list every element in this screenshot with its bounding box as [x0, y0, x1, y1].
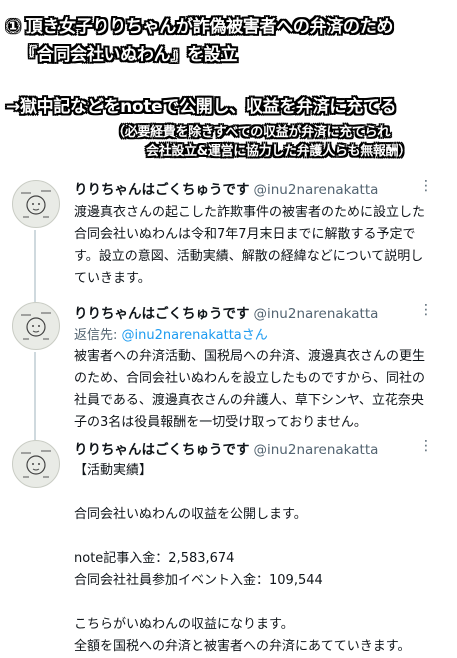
reply-mention-link[interactable]: @inu2narenakattaさん	[122, 328, 268, 343]
reply-prefix: 返信先:	[74, 328, 122, 343]
user-handle[interactable]: @inu2narenakatta	[254, 182, 379, 198]
tweet-header: りりちゃんはごくちゅうです @inu2narenakatta	[74, 178, 378, 198]
banner-line-4: （必要経費を除きすべての収益が弁済に充てられ	[112, 125, 390, 140]
reply-to-line: 返信先: @inu2narenakattaさん	[74, 324, 268, 343]
user-handle[interactable]: @inu2narenakatta	[254, 306, 379, 322]
banner-line-5: 会社設立&運営に協力した弁護人らも無報酬）	[146, 144, 412, 159]
banner-line-3: →獄中記などをnoteで公開し、収益を弁済に充てる	[6, 97, 397, 117]
tweet-header: りりちゃんはごくちゅうです @inu2narenakatta	[74, 302, 378, 322]
tweet-3[interactable]: りりちゃんはごくちゅうです @inu2narenakatta ⋮ 【活動実績】 合…	[0, 436, 457, 654]
avatar-doodle-icon	[21, 450, 51, 478]
more-options-icon[interactable]: ⋮	[419, 438, 433, 454]
avatar-doodle-icon	[21, 312, 51, 340]
banner-line-1: ① 頂き女子りりちゃんが詐偽被害者への弁済のため	[6, 17, 394, 37]
user-handle[interactable]: @inu2narenakatta	[254, 442, 379, 458]
tweet-1[interactable]: りりちゃんはごくちゅうです @inu2narenakatta ⋮ 渡邊真衣さんの起…	[0, 172, 457, 302]
banner-line-2: 『合同会社いぬわん』を設立	[20, 45, 238, 65]
tweet-text: 渡邊真衣さんの起こした詐欺事件の被害者のために設立した合同会社いぬわんは令和7年…	[74, 202, 434, 290]
tweet-body: 【活動実績】 合同会社いぬわんの収益を公開します。 note記事入金：2,583…	[74, 463, 411, 654]
avatar[interactable]	[12, 180, 60, 228]
tweet-body: 渡邊真衣さんの起こした詐欺事件の被害者のために設立した合同会社いぬわんは令和7年…	[74, 205, 426, 286]
avatar[interactable]	[12, 440, 60, 488]
tweet-text: 【活動実績】 合同会社いぬわんの収益を公開します。 note記事入金：2,583…	[74, 460, 434, 658]
display-name[interactable]: りりちゃんはごくちゅうです	[74, 182, 250, 198]
tweet-header: りりちゃんはごくちゅうです @inu2narenakatta	[74, 438, 378, 458]
headline-banner: ① 頂き女子りりちゃんが詐偽被害者への弁済のため 『合同会社いぬわん』を設立 →…	[0, 0, 457, 165]
more-options-icon[interactable]: ⋮	[419, 302, 433, 318]
thread-connector	[34, 352, 36, 440]
display-name[interactable]: りりちゃんはごくちゅうです	[74, 442, 250, 458]
tweet-body: 被害者への弁済活動、国税局への弁済、渡邊真衣さんの更生のため、合同会社いぬわんを…	[74, 349, 426, 430]
thread-connector	[34, 230, 36, 302]
tweet-text: 被害者への弁済活動、国税局への弁済、渡邊真衣さんの更生のため、合同会社いぬわんを…	[74, 346, 434, 434]
more-options-icon[interactable]: ⋮	[419, 178, 433, 194]
avatar-doodle-icon	[21, 190, 51, 218]
avatar[interactable]	[12, 302, 60, 350]
display-name[interactable]: りりちゃんはごくちゅうです	[74, 306, 250, 322]
tweet-2[interactable]: りりちゃんはごくちゅうです @inu2narenakatta ⋮ 返信先: @in…	[0, 300, 457, 440]
